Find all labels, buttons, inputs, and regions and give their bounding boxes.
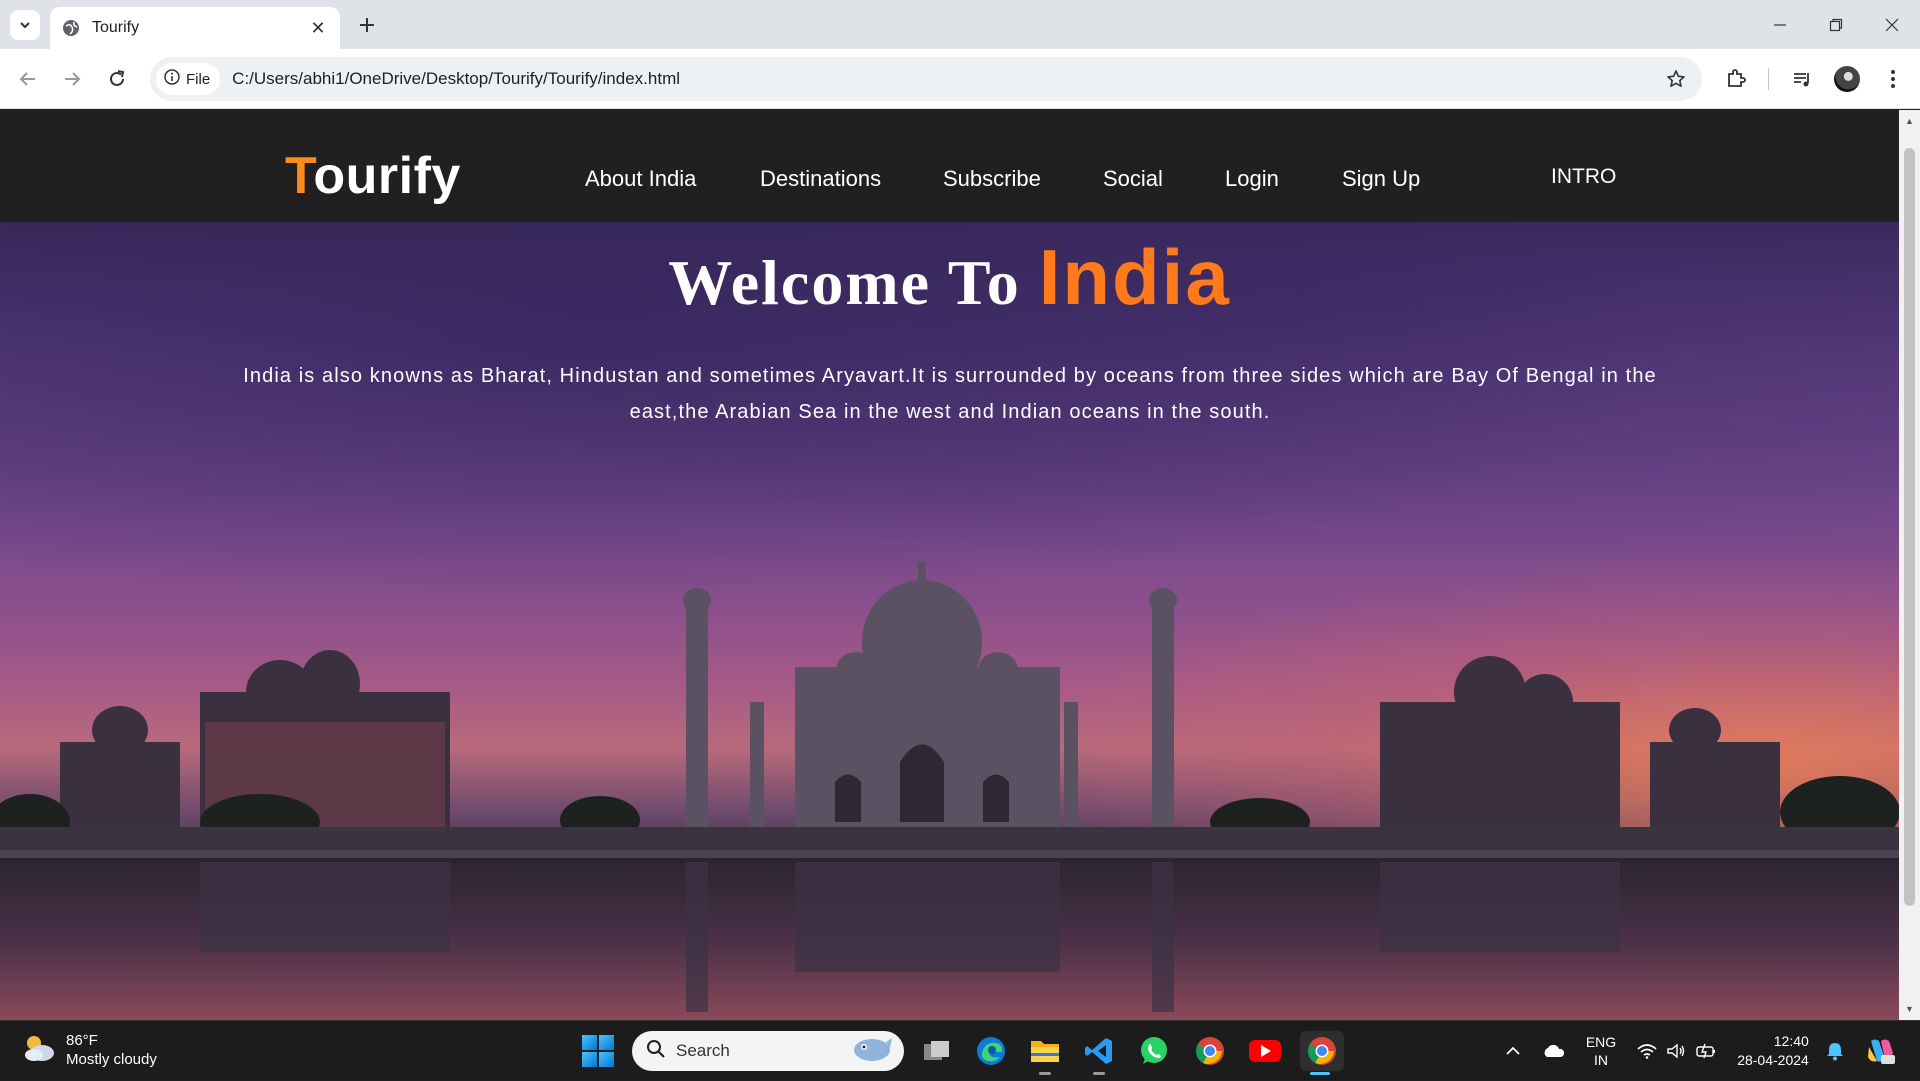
copilot-icon[interactable]: [1860, 1021, 1900, 1081]
toolbar-divider: [1768, 68, 1769, 90]
logo-rest: ourify: [313, 147, 461, 205]
address-bar[interactable]: File C:/Users/abhi1/OneDrive/Desktop/Tou…: [150, 57, 1702, 101]
site-navbar: Tourify About India Destinations Subscri…: [0, 110, 1899, 222]
minimize-icon[interactable]: [1752, 0, 1808, 49]
scroll-thumb[interactable]: [1904, 148, 1915, 906]
lang-line1: ENG: [1585, 1034, 1617, 1050]
profile-avatar[interactable]: [1829, 61, 1865, 97]
windows-start-icon[interactable]: [582, 1035, 614, 1067]
system-clock[interactable]: 12:40 28-04-2024: [1728, 1021, 1818, 1081]
tab-title: Tourify: [92, 19, 140, 36]
clock-time: 12:40: [1773, 1033, 1809, 1049]
chrome-active-icon[interactable]: [1300, 1031, 1344, 1075]
wifi-icon[interactable]: [1635, 1021, 1659, 1081]
nav-login[interactable]: Login: [1225, 166, 1279, 192]
plus-icon[interactable]: [352, 10, 382, 40]
browser-tab[interactable]: Tourify ✕: [50, 7, 340, 49]
browser-toolbar: File C:/Users/abhi1/OneDrive/Desktop/Tou…: [0, 49, 1920, 109]
window-close-icon[interactable]: [1864, 0, 1920, 49]
file-explorer-icon[interactable]: [1025, 1031, 1065, 1075]
scroll-down-icon[interactable]: ▼: [1904, 1002, 1915, 1016]
url-text[interactable]: C:/Users/abhi1/OneDrive/Desktop/Tourify/…: [232, 69, 1656, 89]
battery-icon[interactable]: [1693, 1021, 1721, 1081]
nav-destinations[interactable]: Destinations: [760, 166, 881, 192]
window-controls: [1752, 0, 1920, 49]
logo-accent-letter: T: [285, 147, 314, 205]
star-icon[interactable]: [1656, 59, 1696, 99]
info-icon: [164, 69, 180, 89]
search-icon: [646, 1039, 666, 1064]
nav-social[interactable]: Social: [1103, 166, 1163, 192]
close-icon[interactable]: ✕: [308, 18, 328, 39]
chevron-up-icon[interactable]: [1498, 1021, 1528, 1081]
hero-title-welcome: Welcome To: [668, 247, 1021, 318]
task-view-icon[interactable]: [917, 1031, 957, 1071]
whatsapp-icon[interactable]: [1134, 1031, 1174, 1071]
scroll-up-icon[interactable]: ▲: [1904, 114, 1915, 128]
site-logo[interactable]: Tourify: [285, 146, 461, 206]
weather-desc: Mostly cloudy: [66, 1051, 157, 1068]
taskbar-search[interactable]: Search: [632, 1031, 904, 1071]
restore-icon[interactable]: [1808, 0, 1864, 49]
edge-icon[interactable]: [971, 1031, 1011, 1071]
language-indicator[interactable]: ENG IN: [1578, 1021, 1624, 1081]
hero-section: Welcome To India India is also knowns as …: [0, 222, 1899, 1020]
forward-icon[interactable]: [54, 61, 90, 97]
browser-tabstrip: Tourify ✕: [0, 0, 1920, 49]
media-icon[interactable]: [1784, 61, 1820, 97]
menu-icon[interactable]: [1875, 61, 1911, 97]
clock-date: 28-04-2024: [1737, 1052, 1809, 1068]
tab-search-icon[interactable]: [10, 10, 40, 40]
nav-intro[interactable]: INTRO: [1551, 165, 1616, 189]
globe-icon: [62, 19, 80, 37]
lang-line2: IN: [1594, 1052, 1608, 1068]
weather-icon: [22, 1033, 56, 1068]
search-placeholder: Search: [676, 1041, 730, 1060]
notification-icon[interactable]: [1822, 1021, 1848, 1081]
volume-icon[interactable]: [1663, 1021, 1689, 1081]
hero-title-india: India: [1038, 233, 1231, 321]
chrome-icon[interactable]: [1190, 1031, 1230, 1071]
page-scrollbar[interactable]: ▲ ▼: [1899, 110, 1920, 1020]
search-highlight-icon: [850, 1034, 894, 1069]
windows-taskbar: 86°F Mostly cloudy Search ENG IN 12:40 2…: [0, 1020, 1920, 1080]
extensions-icon[interactable]: [1718, 61, 1754, 97]
site-info-chip[interactable]: File: [156, 63, 221, 95]
weather-temp: 86°F: [66, 1032, 98, 1049]
weather-widget[interactable]: 86°F Mostly cloudy: [22, 1031, 157, 1069]
hero-intro-text: India is also knowns as Bharat, Hindusta…: [243, 365, 1657, 423]
page-viewport: Tourify About India Destinations Subscri…: [0, 110, 1899, 1020]
nav-about-india[interactable]: About India: [585, 166, 696, 192]
nav-subscribe[interactable]: Subscribe: [943, 166, 1041, 192]
nav-sign-up[interactable]: Sign Up: [1342, 166, 1420, 192]
reload-icon[interactable]: [99, 61, 135, 97]
youtube-icon[interactable]: [1245, 1031, 1285, 1071]
hero-title: Welcome To India: [0, 232, 1899, 323]
vscode-icon[interactable]: [1079, 1031, 1119, 1075]
back-icon[interactable]: [10, 61, 46, 97]
chip-label: File: [186, 70, 211, 88]
onedrive-icon[interactable]: [1538, 1021, 1570, 1081]
taj-mahal-image: [0, 562, 1899, 1020]
